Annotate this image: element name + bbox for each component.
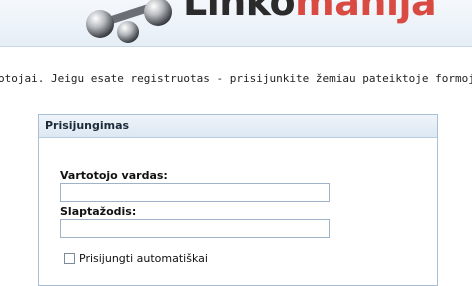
site-header: Linkomanija bbox=[0, 0, 472, 47]
site-logo-text[interactable]: Linkomanija bbox=[183, 0, 437, 24]
logo-word-dark: Linko bbox=[183, 0, 296, 24]
remember-me-option[interactable]: Prisijungti automatiškai bbox=[64, 252, 208, 265]
dumbbell-logo-icon bbox=[86, 0, 172, 43]
login-panel: Prisijungimas Vartotojo vardas: Slaptažo… bbox=[38, 114, 438, 286]
login-panel-title: Prisijungimas bbox=[39, 115, 437, 138]
intro-text: otojai. Jeigu esate registruotas - prisi… bbox=[0, 72, 472, 85]
password-label: Slaptažodis: bbox=[60, 205, 137, 218]
password-input[interactable] bbox=[60, 219, 330, 238]
remember-me-label: Prisijungti automatiškai bbox=[79, 252, 208, 265]
logo-word-red: manija bbox=[295, 0, 437, 24]
username-label: Vartotojo vardas: bbox=[60, 169, 168, 182]
username-input[interactable] bbox=[60, 183, 330, 202]
remember-me-checkbox[interactable] bbox=[64, 253, 75, 264]
